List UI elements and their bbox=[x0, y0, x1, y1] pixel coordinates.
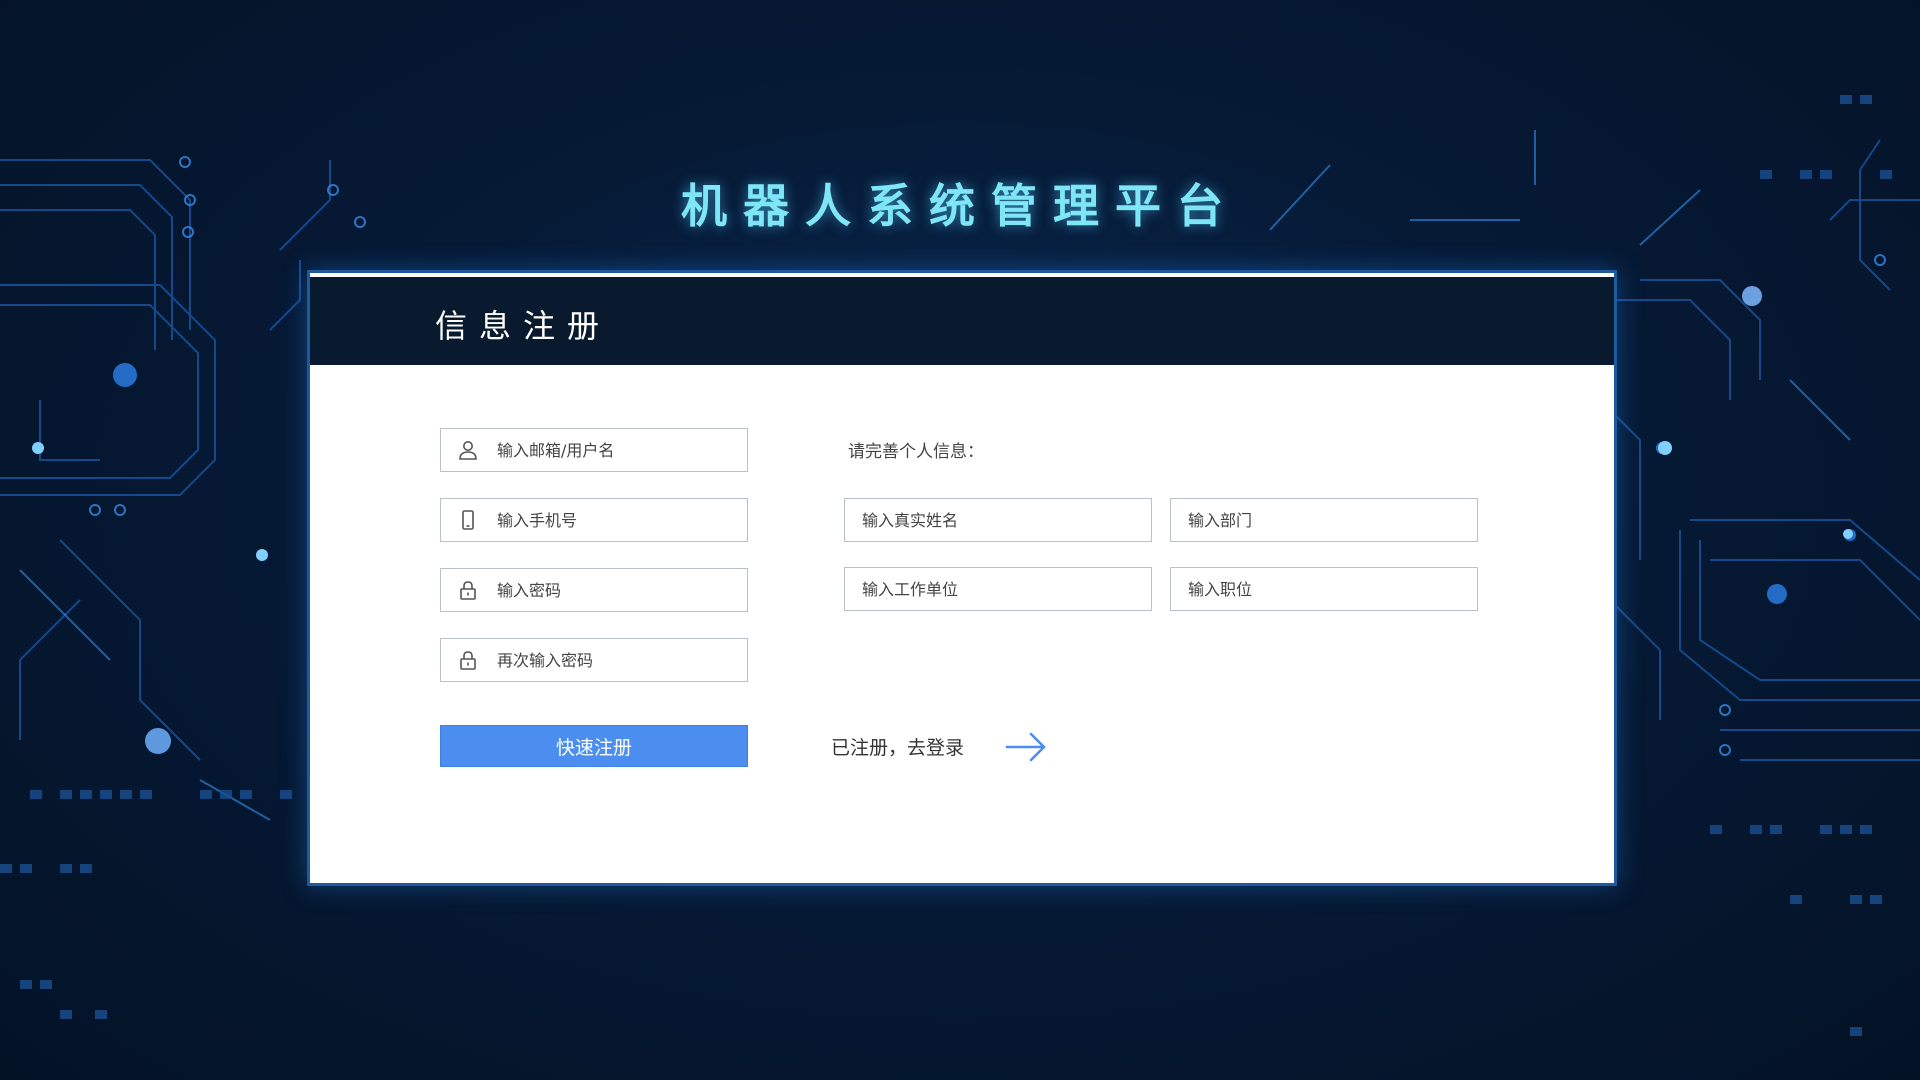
password-field[interactable] bbox=[440, 568, 748, 612]
position-field[interactable] bbox=[1170, 567, 1478, 611]
work-unit-field[interactable] bbox=[844, 567, 1152, 611]
user-icon bbox=[455, 437, 481, 463]
phone-field[interactable] bbox=[440, 498, 748, 542]
real-name-field[interactable] bbox=[844, 498, 1152, 542]
profile-info-label: 请完善个人信息： bbox=[848, 442, 984, 462]
phone-icon bbox=[455, 507, 481, 533]
password-confirm-field[interactable] bbox=[440, 638, 748, 682]
register-card: 信息注册 输入邮箱/用户名 输入手机号 请完善个人信息： 输入真实姓名 输入部门… bbox=[307, 270, 1617, 886]
go-to-login-link[interactable]: 已注册，去登录 bbox=[831, 733, 964, 760]
department-input[interactable] bbox=[1188, 500, 1428, 540]
password-confirm-input[interactable] bbox=[497, 640, 737, 680]
arrow-right-icon[interactable] bbox=[1004, 729, 1048, 769]
quick-register-button[interactable]: 快速注册 bbox=[440, 725, 748, 767]
card-title: 信息注册 bbox=[435, 307, 612, 345]
lock-icon bbox=[455, 577, 481, 603]
lock-icon bbox=[455, 647, 481, 673]
username-field[interactable] bbox=[440, 428, 748, 472]
real-name-input[interactable] bbox=[862, 500, 1102, 540]
phone-input[interactable] bbox=[497, 500, 737, 540]
card-header: 信息注册 bbox=[310, 273, 1614, 365]
position-input[interactable] bbox=[1188, 569, 1428, 609]
department-field[interactable] bbox=[1170, 498, 1478, 542]
page-title: 机器人系统管理平台 bbox=[681, 179, 1239, 233]
username-input[interactable] bbox=[497, 430, 737, 470]
password-input[interactable] bbox=[497, 570, 737, 610]
work-unit-input[interactable] bbox=[862, 569, 1102, 609]
